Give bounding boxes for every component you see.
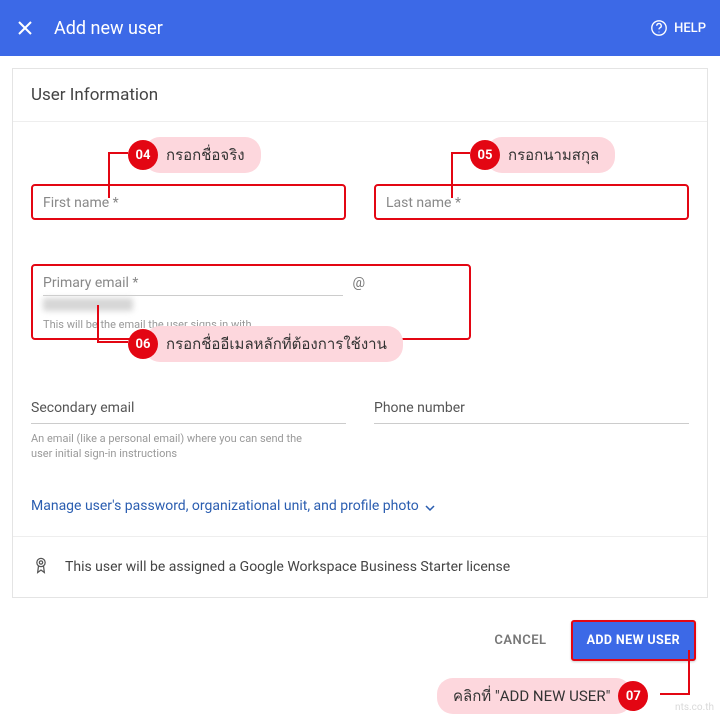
annotation-06-connector-v (97, 305, 99, 343)
help-button[interactable]: HELP (650, 19, 706, 37)
secondary-row: Secondary email An email (like a persona… (31, 400, 689, 462)
license-badge-icon (31, 555, 51, 579)
annotation-05-connector-v (451, 152, 453, 198)
annotation-05-num: 05 (470, 140, 500, 170)
annotation-06-text: กรอกชื่ออีเมลหลักที่ต้องการใช้งาน (144, 326, 403, 362)
panel-heading: User Information (13, 69, 707, 122)
watermark: nts.co.th (675, 702, 714, 713)
annotation-04: 04 กรอกชื่อจริง (128, 137, 261, 173)
dialog-footer: CANCEL ADD NEW USER (0, 610, 720, 661)
add-new-user-button[interactable]: ADD NEW USER (571, 620, 696, 661)
annotation-07-connector-h (660, 693, 690, 695)
license-row: This user will be assigned a Google Work… (13, 536, 707, 597)
phone-label: Phone number (374, 400, 689, 424)
annotation-05-connector-h (452, 152, 470, 154)
last-name-label: Last name * (386, 195, 461, 211)
annotation-06-num: 06 (128, 329, 158, 359)
manage-advanced-link[interactable]: Manage user's password, organizational u… (31, 498, 435, 514)
last-name-field[interactable]: Last name * (374, 184, 689, 220)
secondary-email-label: Secondary email (31, 400, 346, 424)
help-label: HELP (674, 21, 706, 36)
phone-field[interactable]: Phone number (374, 400, 689, 462)
name-row: First name * Last name * (31, 184, 689, 220)
first-name-field[interactable]: First name * (31, 184, 346, 220)
annotation-04-text: กรอกชื่อจริง (144, 137, 261, 173)
page-title: Add new user (54, 18, 650, 39)
close-icon[interactable] (14, 17, 36, 39)
annotation-07-connector-v (688, 650, 690, 695)
annotation-05-text: กรอกนามสกุล (486, 137, 615, 173)
cancel-button[interactable]: CANCEL (490, 625, 550, 656)
annotation-06: 06 กรอกชื่ออีเมลหลักที่ต้องการใช้งาน (128, 326, 403, 362)
manage-link-text: Manage user's password, organizational u… (31, 498, 419, 514)
annotation-05: 05 กรอกนามสกุล (470, 137, 615, 173)
annotation-04-connector-v (108, 152, 110, 198)
annotation-04-num: 04 (128, 140, 158, 170)
secondary-email-field[interactable]: Secondary email An email (like a persona… (31, 400, 346, 462)
app-header: Add new user HELP (0, 0, 720, 56)
secondary-email-help: An email (like a personal email) where y… (31, 431, 311, 462)
annotation-04-connector-h (109, 152, 128, 154)
email-domain-blurred (43, 298, 133, 311)
at-symbol: @ (352, 275, 365, 291)
annotation-07: 07 คลิกที่ "ADD NEW USER" (437, 678, 648, 714)
annotation-07-num: 07 (618, 681, 648, 711)
chevron-down-icon (425, 501, 435, 511)
annotation-06-connector-h (98, 341, 128, 343)
primary-email-label: Primary email * (43, 275, 138, 291)
license-text: This user will be assigned a Google Work… (65, 559, 510, 575)
annotation-07-text: คลิกที่ "ADD NEW USER" (437, 678, 632, 714)
